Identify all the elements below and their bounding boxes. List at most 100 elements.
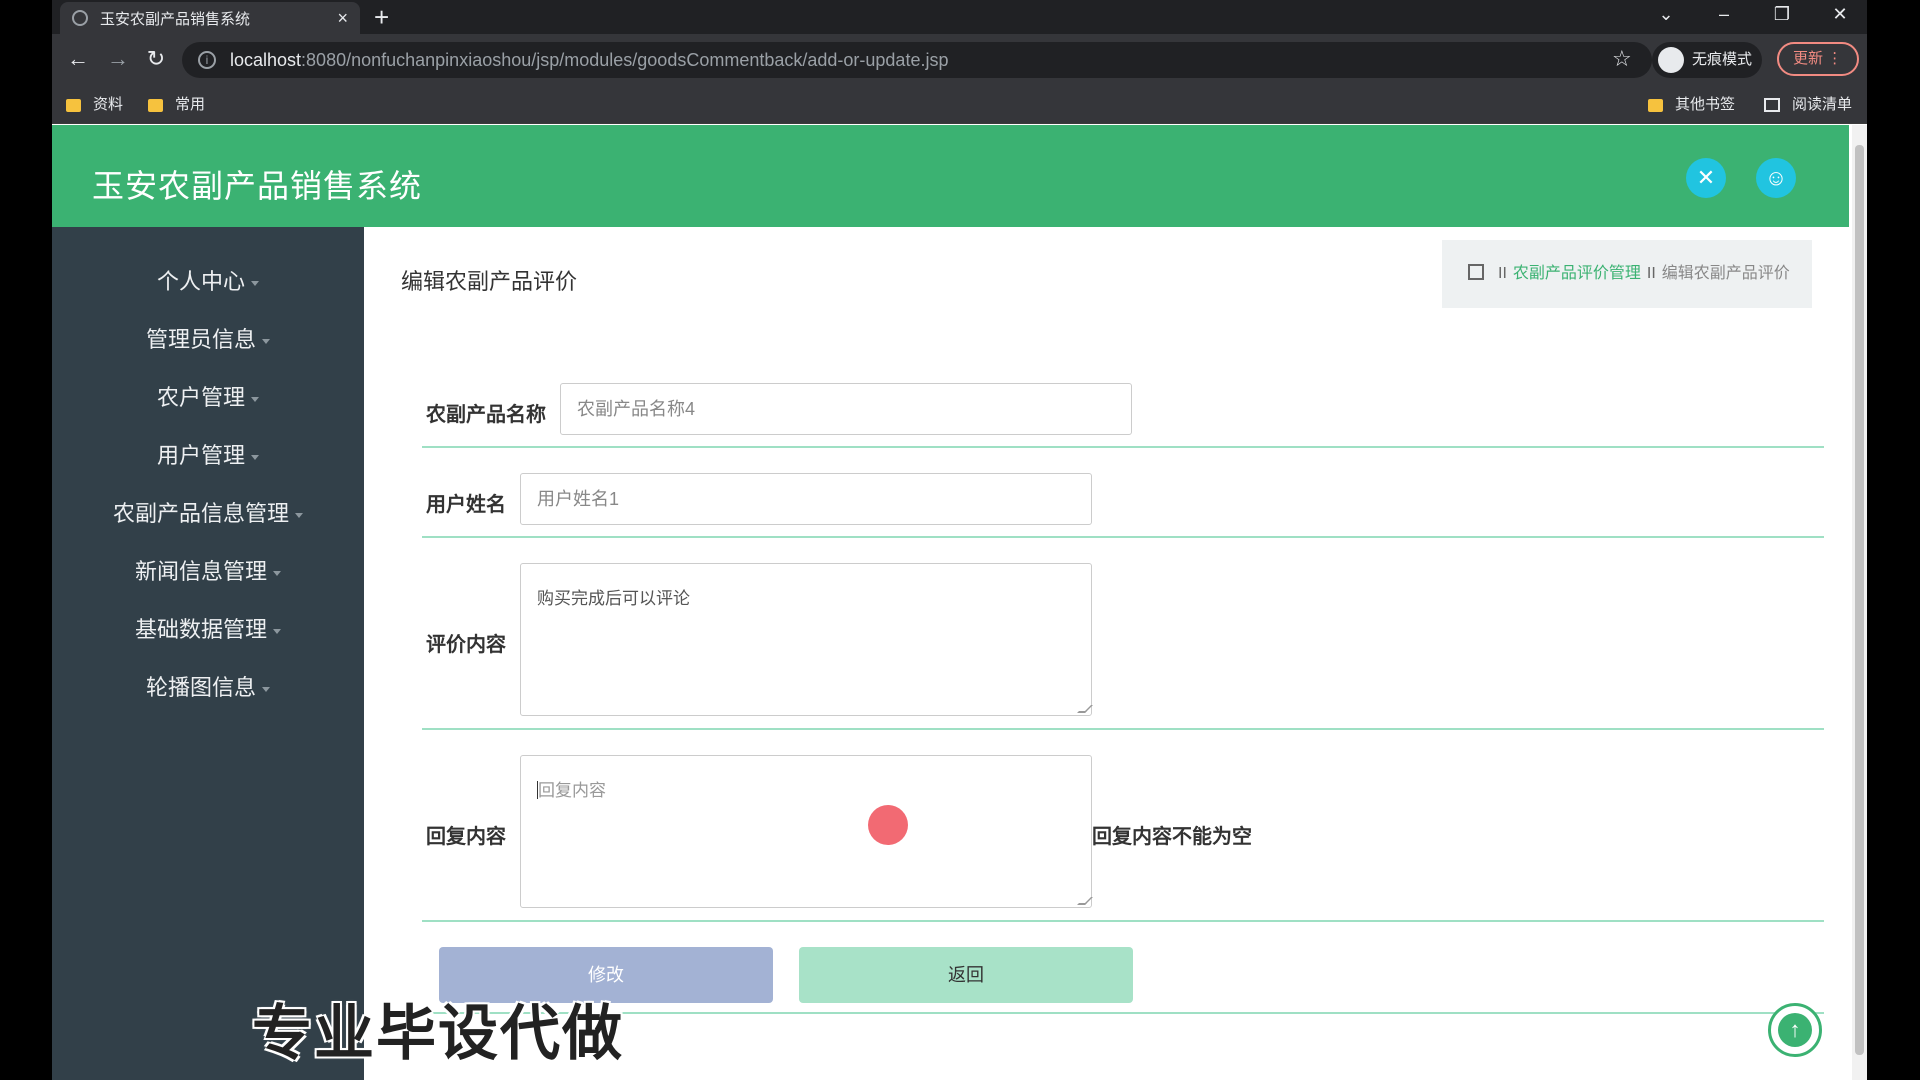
reply-textarea[interactable]: 回复内容 [520, 755, 1093, 908]
sidebar-item-label: 农户管理 [156, 385, 245, 410]
url-host: localhost [230, 50, 302, 70]
folder-icon [148, 98, 163, 112]
other-bookmarks[interactable]: 其他书签 [1648, 96, 1735, 114]
bookmarks-bar: 资料 常用 其他书签 阅读清单 [52, 86, 1867, 124]
fullscreen-icon[interactable]: ✕ [1686, 158, 1726, 198]
form-row-reply: 回复内容 回复内容 回复内容不能为空 [422, 742, 1824, 922]
browser-toolbar: ← → ↻ i localhost:8080/nonfuchanpinxiaos… [52, 34, 1867, 86]
sidebar-item-news-info[interactable]: 新闻信息管理 [52, 552, 364, 592]
sidebar-item-admin-info[interactable]: 管理员信息 [52, 320, 364, 360]
home-icon[interactable] [1468, 264, 1484, 280]
more-icon: ⋮ [1827, 50, 1843, 67]
caret-down-icon [295, 512, 303, 518]
resize-grip-icon[interactable] [1077, 897, 1093, 905]
sidebar-item-base-data[interactable]: 基础数据管理 [52, 610, 364, 650]
sidebar-item-label: 基础数据管理 [134, 617, 267, 642]
incognito-icon [1658, 47, 1684, 73]
globe-icon [72, 10, 88, 26]
update-button[interactable]: 更新 ⋮ [1777, 42, 1859, 76]
sidebar-item-personal-center[interactable]: 个人中心 [52, 262, 364, 302]
breadcrumb-parent-link[interactable]: 农副产品评价管理 [1513, 265, 1641, 282]
update-label: 更新 [1793, 50, 1824, 67]
breadcrumb-separator: II [1646, 265, 1656, 282]
form-row-product-name: 农副产品名称 农副产品名称4 [422, 370, 1824, 448]
form-row-user-name: 用户姓名 用户姓名1 [422, 460, 1824, 538]
reload-icon[interactable]: ↻ [142, 46, 170, 72]
browser-tab[interactable]: 玉安农副产品销售系统 × [60, 2, 360, 34]
incognito-indicator[interactable]: 无痕模式 [1652, 42, 1762, 78]
sidebar-item-label: 新闻信息管理 [134, 559, 267, 584]
sidebar: 个人中心 管理员信息 农户管理 用户管理 农副产品信息管理 新闻信息管理 基础数… [52, 227, 364, 1080]
watermark-text: 专业毕设代做 [252, 1000, 624, 1067]
reply-label: 回复内容 [426, 826, 506, 848]
page-title: 编辑农副产品评价 [401, 269, 578, 294]
breadcrumb-current: 编辑农副产品评价 [1661, 265, 1790, 282]
breadcrumb: II 农副产品评价管理 II 编辑农副产品评价 [1442, 240, 1812, 308]
window-close-icon[interactable]: ✕ [1820, 0, 1860, 30]
sidebar-item-user-management[interactable]: 用户管理 [52, 436, 364, 476]
comment-label: 评价内容 [426, 634, 506, 656]
forward-arrow-icon[interactable]: → [104, 46, 132, 72]
minimize-icon[interactable]: – [1704, 0, 1744, 30]
comment-text: 购买完成后可以评论 [537, 589, 690, 608]
product-name-input[interactable]: 农副产品名称4 [560, 383, 1132, 435]
sidebar-item-label: 个人中心 [156, 269, 245, 294]
chevron-down-icon[interactable]: ⌄ [1646, 0, 1686, 30]
bookmark-label: 常用 [175, 96, 206, 113]
sidebar-item-label: 管理员信息 [145, 327, 256, 352]
app-title: 玉安农副产品销售系统 [92, 168, 423, 204]
close-icon[interactable]: × [337, 8, 348, 29]
resize-grip-icon[interactable] [1077, 705, 1093, 713]
reading-list[interactable]: 阅读清单 [1764, 96, 1852, 114]
incognito-label: 无痕模式 [1692, 51, 1753, 68]
sidebar-item-label: 轮播图信息 [145, 675, 256, 700]
mouse-click-indicator [868, 805, 908, 845]
caret-down-icon [262, 338, 270, 344]
reading-list-label: 阅读清单 [1792, 96, 1853, 113]
other-bookmarks-label: 其他书签 [1675, 96, 1736, 113]
page-scrollbar[interactable] [1852, 125, 1867, 1080]
url-path: :8080/nonfuchanpinxiaoshou/jsp/modules/g… [301, 50, 949, 70]
arrow-up-icon: ↑ [1778, 1013, 1812, 1047]
reply-error-message: 回复内容不能为空 [1092, 826, 1252, 848]
user-name-input[interactable]: 用户姓名1 [520, 473, 1092, 525]
bookmark-label: 资料 [93, 96, 124, 113]
divider [422, 1012, 1824, 1014]
product-name-label: 农副产品名称 [426, 404, 546, 426]
tab-title: 玉安农副产品销售系统 [100, 10, 251, 28]
caret-down-icon [273, 628, 281, 634]
user-name-label: 用户姓名 [426, 494, 506, 516]
app-header: 玉安农副产品销售系统 ✕ ☺ [52, 125, 1849, 227]
caret-down-icon [273, 570, 281, 576]
info-icon[interactable]: i [198, 51, 216, 69]
sidebar-item-farmer-management[interactable]: 农户管理 [52, 378, 364, 418]
bookmark-folder[interactable]: 资料 [66, 96, 123, 114]
sidebar-item-product-info[interactable]: 农副产品信息管理 [52, 494, 364, 534]
new-tab-button[interactable]: + [374, 2, 389, 32]
back-button[interactable]: 返回 [799, 947, 1133, 1003]
back-to-top-button[interactable]: ↑ [1768, 1003, 1822, 1057]
breadcrumb-separator: II [1498, 265, 1507, 282]
bookmark-folder[interactable]: 常用 [148, 96, 205, 114]
address-bar[interactable]: i localhost:8080/nonfuchanpinxiaoshou/js… [182, 42, 1652, 78]
reading-list-icon [1764, 98, 1780, 112]
scrollbar-thumb[interactable] [1855, 145, 1864, 1055]
sidebar-item-carousel[interactable]: 轮播图信息 [52, 668, 364, 708]
caret-down-icon [251, 454, 259, 460]
folder-icon [66, 98, 81, 112]
back-arrow-icon[interactable]: ← [64, 46, 92, 72]
sidebar-item-label: 用户管理 [156, 443, 245, 468]
caret-down-icon [251, 280, 259, 286]
reply-placeholder: 回复内容 [538, 781, 606, 800]
browser-window: 玉安农副产品销售系统 × + ⌄ – ❐ ✕ ← → ↻ i localhost… [52, 0, 1867, 1080]
caret-down-icon [262, 686, 270, 692]
star-icon[interactable]: ☆ [1612, 46, 1632, 72]
user-icon[interactable]: ☺ [1756, 158, 1796, 198]
caret-down-icon [251, 396, 259, 402]
comment-textarea[interactable]: 购买完成后可以评论 [520, 563, 1093, 716]
form-row-comment: 评价内容 购买完成后可以评论 [422, 550, 1824, 730]
folder-icon [1648, 98, 1663, 112]
restore-icon[interactable]: ❐ [1762, 0, 1802, 30]
tab-bar: 玉安农副产品销售系统 × + ⌄ – ❐ ✕ [52, 0, 1867, 34]
sidebar-item-label: 农副产品信息管理 [112, 501, 289, 526]
